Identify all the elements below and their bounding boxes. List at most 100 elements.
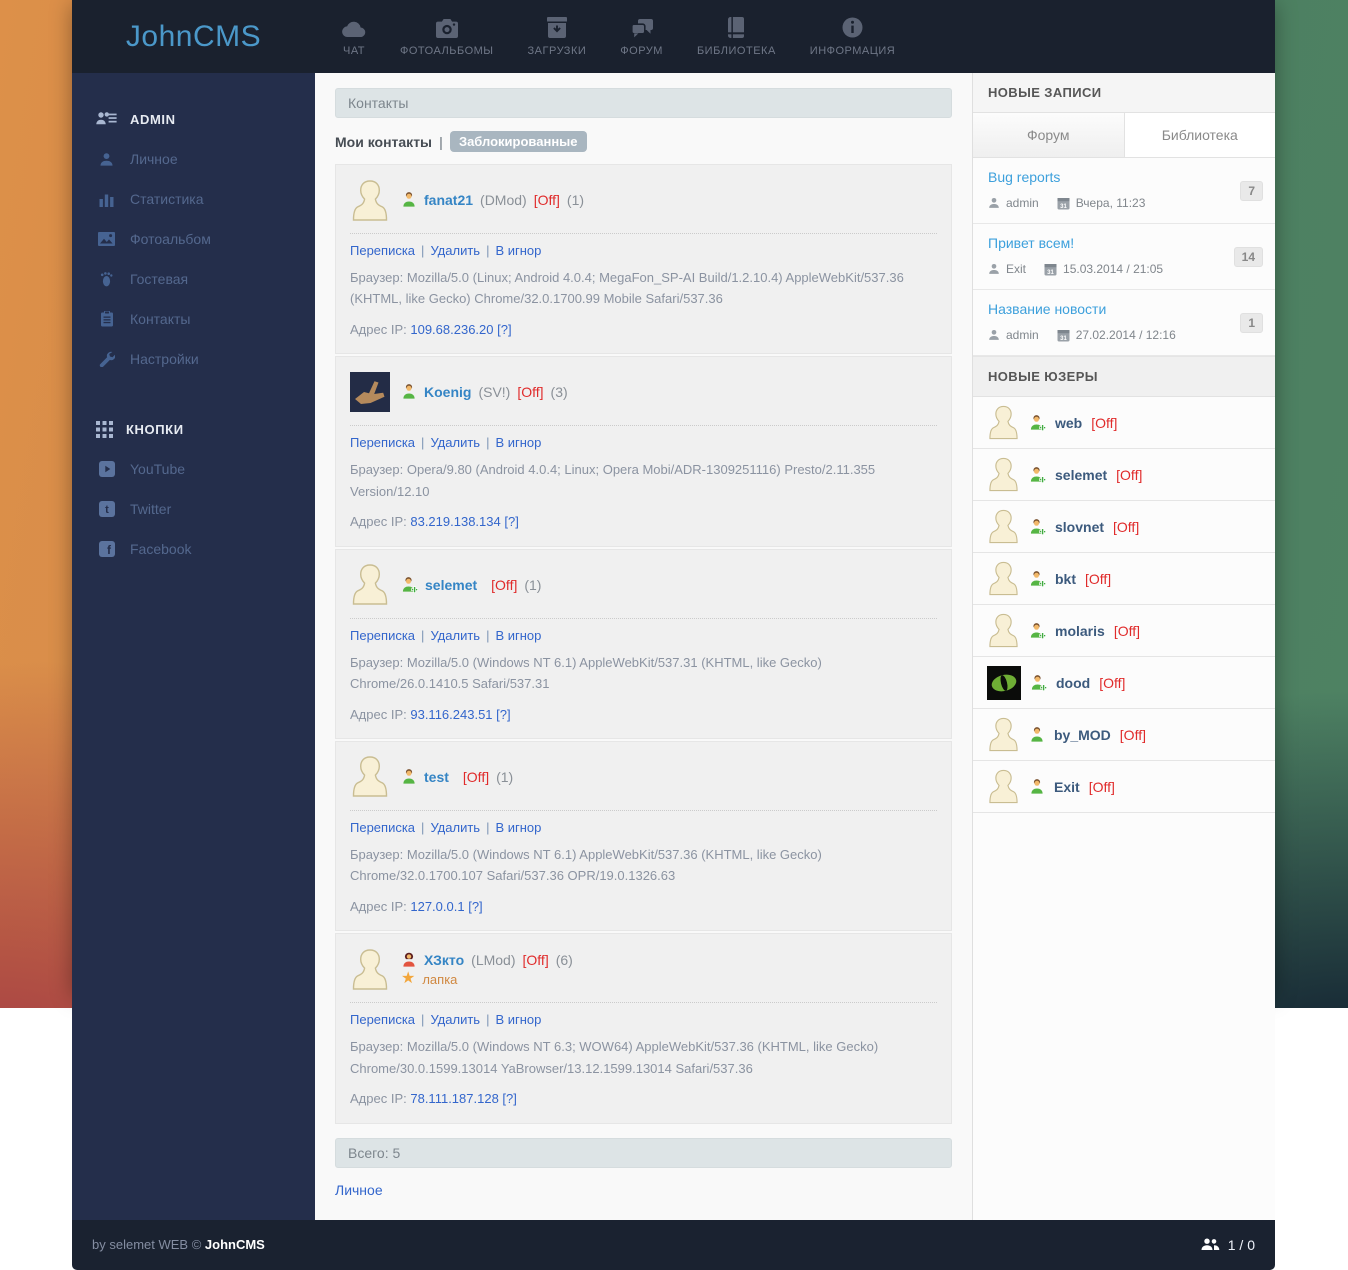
action-pm-link[interactable]: Переписка bbox=[350, 628, 415, 643]
contact-name-link[interactable]: Koenig bbox=[424, 384, 471, 400]
default-avatar[interactable] bbox=[350, 562, 390, 607]
ip-row: Адрес IP: 127.0.0.1 [?] bbox=[350, 896, 937, 917]
contact-card: selemet [Off] (1) Переписка | Удалить | bbox=[335, 549, 952, 739]
contact-count: (1) bbox=[567, 192, 584, 208]
default-avatar[interactable] bbox=[987, 560, 1020, 597]
action-ignore-link[interactable]: В игнор bbox=[495, 820, 541, 835]
ip-link[interactable]: 109.68.236.20 bbox=[410, 322, 493, 337]
post-author: admin bbox=[1006, 328, 1039, 342]
sidebar-item-twitter[interactable]: t Twitter bbox=[72, 489, 315, 529]
tab-forum[interactable]: Форум bbox=[973, 113, 1125, 157]
sidebar-item-youtube[interactable]: YouTube bbox=[72, 449, 315, 489]
sidebar-item-settings[interactable]: Настройки bbox=[72, 339, 315, 379]
ip-help-link[interactable]: [?] bbox=[504, 514, 518, 529]
tab-blocked-button[interactable]: Заблокированные bbox=[450, 131, 587, 152]
action-ignore-link[interactable]: В игнор bbox=[495, 1012, 541, 1027]
default-avatar[interactable] bbox=[987, 716, 1020, 753]
footer-brand: JohnCMS bbox=[205, 1237, 265, 1252]
action-delete-link[interactable]: Удалить bbox=[430, 820, 480, 835]
sidebar-item-label: Статистика bbox=[130, 191, 204, 207]
user-name-link[interactable]: dood bbox=[1056, 675, 1090, 691]
ip-help-link[interactable]: [?] bbox=[468, 899, 482, 914]
ip-link[interactable]: 78.111.187.128 bbox=[410, 1091, 498, 1106]
default-avatar[interactable] bbox=[350, 178, 390, 223]
post-date: Вчера, 11:23 bbox=[1076, 196, 1146, 210]
nav-item-photoalbums[interactable]: ФОТОАЛЬБОМЫ bbox=[383, 16, 511, 57]
footer-credit-text: by selemet WEB © bbox=[92, 1237, 201, 1252]
custom-avatar[interactable] bbox=[350, 372, 390, 412]
user-name-link[interactable]: selemet bbox=[1055, 467, 1107, 483]
tab-my-contacts[interactable]: Мои контакты bbox=[335, 134, 432, 150]
cat-eye-avatar[interactable] bbox=[987, 666, 1021, 700]
contact-name-link[interactable]: selemet bbox=[425, 577, 477, 593]
user-name-link[interactable]: molaris bbox=[1055, 623, 1105, 639]
sidebar-item-statistics[interactable]: Статистика bbox=[72, 179, 315, 219]
divider bbox=[350, 233, 937, 234]
default-avatar[interactable] bbox=[350, 947, 390, 992]
browser-value: Mozilla/5.0 (Windows NT 6.1) AppleWebKit… bbox=[350, 847, 822, 883]
tab-library[interactable]: Библиотека bbox=[1125, 113, 1276, 157]
action-pm-link[interactable]: Переписка bbox=[350, 1012, 415, 1027]
action-pm-link[interactable]: Переписка bbox=[350, 820, 415, 835]
online-count: 1 / 0 bbox=[1228, 1237, 1255, 1253]
post-title-link[interactable]: Привет всем! bbox=[988, 235, 1074, 251]
brand-logo[interactable]: JohnCMS bbox=[126, 20, 261, 54]
user-status: [Off] bbox=[1116, 467, 1142, 483]
info-icon bbox=[842, 16, 863, 38]
post-title-link[interactable]: Название новости bbox=[988, 301, 1106, 317]
user-name-link[interactable]: by_MOD bbox=[1054, 727, 1111, 743]
sidebar-item-photoalbum[interactable]: Фотоальбом bbox=[72, 219, 315, 259]
post-title-link[interactable]: Bug reports bbox=[988, 169, 1060, 185]
nav-item-information[interactable]: ИНФОРМАЦИЯ bbox=[793, 16, 912, 57]
default-avatar[interactable] bbox=[987, 404, 1020, 441]
ip-help-link[interactable]: [?] bbox=[502, 1091, 516, 1106]
action-delete-link[interactable]: Удалить bbox=[430, 1012, 480, 1027]
nav-item-library[interactable]: БИБЛИОТЕКА bbox=[680, 16, 793, 57]
ip-row: Адрес IP: 109.68.236.20 [?] bbox=[350, 319, 937, 340]
user-name-link[interactable]: slovnet bbox=[1055, 519, 1104, 535]
action-delete-link[interactable]: Удалить bbox=[430, 435, 480, 450]
ip-row: Адрес IP: 93.116.243.51 [?] bbox=[350, 704, 937, 725]
ip-help-link[interactable]: [?] bbox=[496, 707, 510, 722]
action-ignore-link[interactable]: В игнор bbox=[495, 243, 541, 258]
default-avatar[interactable] bbox=[987, 768, 1020, 805]
user-name-link[interactable]: Exit bbox=[1054, 779, 1080, 795]
sidebar-item-facebook[interactable]: f Facebook bbox=[72, 529, 315, 569]
nav-label: ЧАТ bbox=[343, 45, 365, 57]
action-pm-link[interactable]: Переписка bbox=[350, 243, 415, 258]
ip-link[interactable]: 127.0.0.1 bbox=[410, 899, 464, 914]
nav-item-chat[interactable]: ЧАТ bbox=[325, 16, 383, 57]
action-ignore-link[interactable]: В игнор bbox=[495, 435, 541, 450]
ip-link[interactable]: 83.219.138.134 bbox=[410, 514, 500, 529]
sidebar-item-guestbook[interactable]: Гостевая bbox=[72, 259, 315, 299]
default-avatar[interactable] bbox=[987, 508, 1020, 545]
sidebar-item-label: Гостевая bbox=[130, 271, 188, 287]
user-name-link[interactable]: web bbox=[1055, 415, 1082, 431]
ip-link[interactable]: 93.116.243.51 bbox=[410, 707, 492, 722]
action-delete-link[interactable]: Удалить bbox=[430, 243, 480, 258]
nav-item-forum[interactable]: ФОРУМ bbox=[603, 16, 680, 57]
contact-name-link[interactable]: test bbox=[424, 769, 449, 785]
sidebar-item-label: Контакты bbox=[130, 311, 190, 327]
default-avatar[interactable] bbox=[987, 456, 1020, 493]
post-count-badge: 1 bbox=[1240, 313, 1263, 333]
personal-link[interactable]: Личное bbox=[335, 1182, 383, 1198]
contacts-tabs: Мои контакты | Заблокированные bbox=[335, 131, 952, 152]
nav-item-downloads[interactable]: ЗАГРУЗКИ bbox=[511, 16, 604, 57]
sidebar-item-personal[interactable]: Личное bbox=[72, 139, 315, 179]
sidebar-item-contacts[interactable]: Контакты bbox=[72, 299, 315, 339]
johncms-page: JohnCMS ЧАТ ФОТОАЛЬБОМЫ bbox=[72, 0, 1275, 993]
author-icon bbox=[988, 329, 1000, 341]
ip-help-link[interactable]: [?] bbox=[497, 322, 511, 337]
action-ignore-link[interactable]: В игнор bbox=[495, 628, 541, 643]
action-pm-link[interactable]: Переписка bbox=[350, 435, 415, 450]
user-row: by_MOD [Off] bbox=[973, 709, 1275, 761]
contact-name-link[interactable]: ХЗкто bbox=[424, 952, 464, 968]
browser-row: Браузер: Mozilla/5.0 (Windows NT 6.1) Ap… bbox=[350, 652, 937, 695]
default-avatar[interactable] bbox=[350, 754, 390, 799]
user-icon bbox=[1029, 779, 1045, 795]
contact-name-link[interactable]: fanat21 bbox=[424, 192, 473, 208]
user-name-link[interactable]: bkt bbox=[1055, 571, 1076, 587]
action-delete-link[interactable]: Удалить bbox=[430, 628, 480, 643]
default-avatar[interactable] bbox=[987, 612, 1020, 649]
